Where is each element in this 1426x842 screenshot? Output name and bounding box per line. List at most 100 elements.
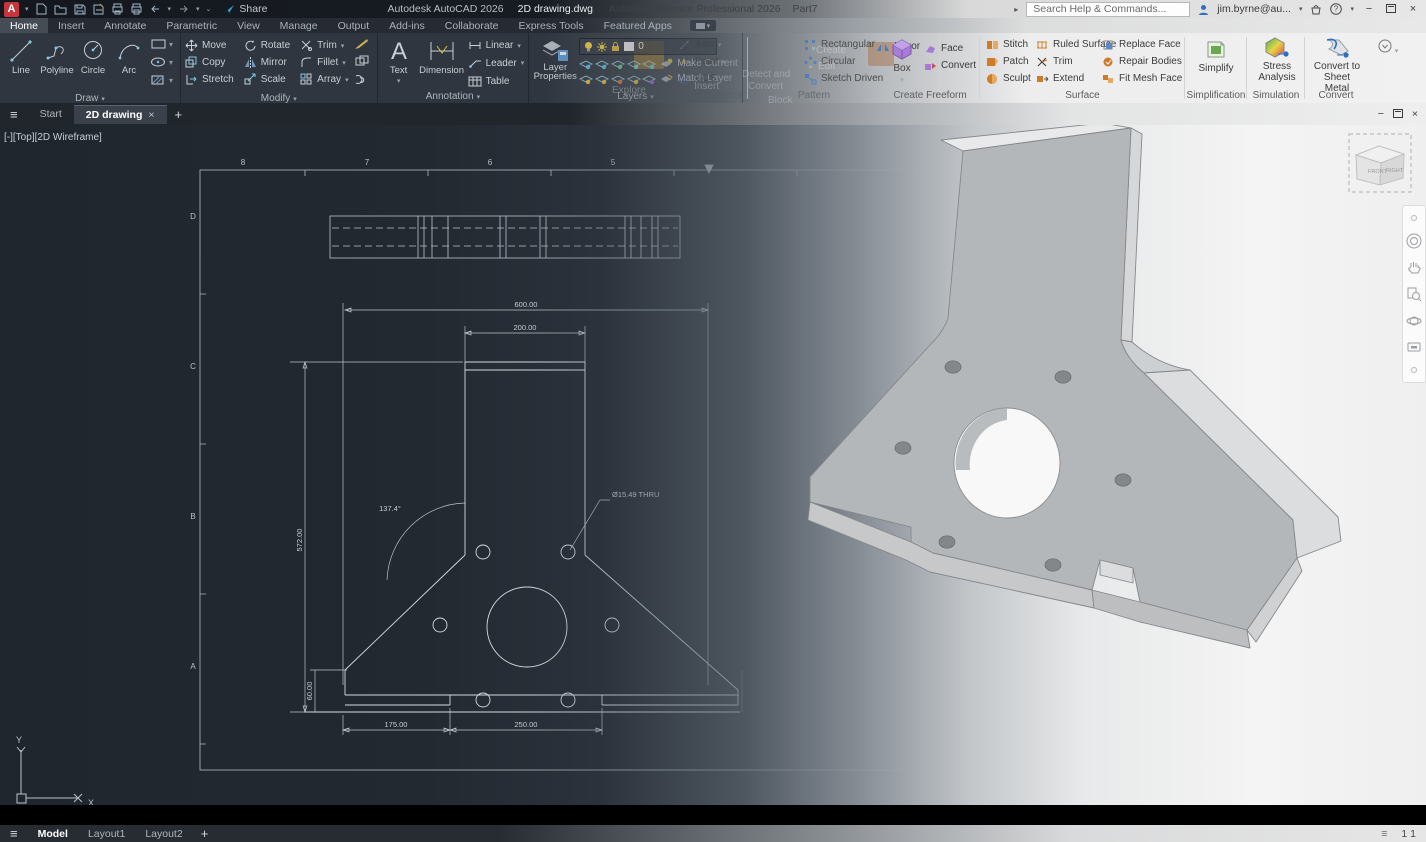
search-input[interactable]: Search Help & Commands... <box>1026 2 1190 17</box>
tab-add-ins[interactable]: Add-ins <box>379 18 435 33</box>
search-expand-icon[interactable]: ▸ <box>1014 5 1018 14</box>
redo-caret-icon[interactable]: ▾ <box>196 5 200 13</box>
convert-to-sheet-metal-button[interactable]: Convert to Sheet Metal <box>1311 36 1363 94</box>
simulation-panel-label[interactable]: Simulation <box>1247 90 1305 102</box>
tab-parametric[interactable]: Parametric <box>156 18 227 33</box>
tab-manage[interactable]: Manage <box>270 18 328 33</box>
autocad-logo[interactable]: A <box>4 2 19 17</box>
tab-output[interactable]: Output <box>328 18 380 33</box>
quick-access-toolbar: A ▾ ▾ ▾ ⌄ Share <box>0 2 267 17</box>
undo-caret-icon[interactable]: ▾ <box>168 5 172 13</box>
fit-mesh-face-button[interactable]: Fit Mesh Face <box>1102 71 1182 86</box>
tab-view[interactable]: View <box>227 18 270 33</box>
layout-menu-icon[interactable]: ≡ <box>0 826 28 841</box>
print-icon[interactable] <box>130 3 143 15</box>
view-cube[interactable]: FRONT RIGHT <box>1348 133 1412 195</box>
file-tab-start[interactable]: Start <box>28 105 74 123</box>
layout2-tab[interactable]: Layout2 <box>135 825 192 842</box>
panel-surface: Stitch Patch Sculpt Ruled Surface Trim E… <box>980 33 1185 103</box>
replace-face-button[interactable]: Replace Face <box>1102 37 1182 52</box>
tab-insert[interactable]: Insert <box>48 18 94 33</box>
layout1-tab[interactable]: Layout1 <box>78 825 135 842</box>
new-drawing-tab-button[interactable]: + <box>167 107 191 122</box>
3d-part-view[interactable] <box>0 125 1426 805</box>
ribbon-display-toggle[interactable]: ▾ <box>1378 39 1398 56</box>
tab-express-tools[interactable]: Express Tools <box>508 18 593 33</box>
repair-bodies-button[interactable]: Repair Bodies <box>1102 54 1182 69</box>
point-caret-icon[interactable]: ▾ <box>722 58 726 66</box>
close-button[interactable]: × <box>1406 3 1420 15</box>
ucs-button[interactable]: UCS <box>678 71 725 86</box>
pan-hand-icon[interactable] <box>1406 259 1422 275</box>
doc-minimize-button[interactable]: − <box>1378 108 1384 120</box>
simplification-panel-label[interactable]: Simplification ▾ <box>1185 90 1247 102</box>
convert-panel-label[interactable]: Convert <box>1305 90 1367 102</box>
model-tab[interactable]: Model <box>28 825 78 842</box>
axis-button[interactable]: Axis▾ <box>678 37 725 52</box>
tab-home[interactable]: Home <box>0 18 48 33</box>
inventor-status-menu-icon[interactable]: ≡ <box>1381 828 1387 840</box>
stress-analysis-button[interactable]: Stress Analysis <box>1255 36 1299 83</box>
simplify-button[interactable]: Simplify <box>1193 36 1239 74</box>
minimize-button[interactable]: − <box>1362 3 1376 15</box>
tab-collaborate[interactable]: Collaborate <box>435 18 509 33</box>
redo-icon[interactable] <box>177 3 190 15</box>
create-freeform-panel-label[interactable]: Create Freeform <box>880 90 980 102</box>
panel-work-features: Axis▾ Point▾ UCS Work Features <box>672 33 748 103</box>
zoom-icon[interactable] <box>1406 286 1422 302</box>
navbar-more-dot-icon[interactable] <box>1410 366 1418 374</box>
full-navigation-wheel-icon[interactable] <box>1406 233 1422 249</box>
stitch-button[interactable]: Stitch <box>986 37 1031 52</box>
pattern-panel-label[interactable]: Pattern <box>748 90 880 102</box>
freeform-convert-button[interactable]: Convert <box>924 58 976 73</box>
box-label: Box <box>893 63 910 74</box>
inventor-ribbon-panels: Axis▾ Point▾ UCS Work Features Rectangul… <box>0 33 1426 103</box>
surface-panel-label[interactable]: Surface <box>980 90 1185 102</box>
ribbon-collapse-caret-icon: ▾ <box>1395 48 1399 55</box>
acad-app-title: Autodesk AutoCAD 2026 <box>387 3 503 15</box>
freeform-box-button[interactable]: Box ▾ <box>884 36 920 86</box>
circular-pattern-button[interactable]: Circular <box>804 54 883 69</box>
tab-annotate[interactable]: Annotate <box>94 18 156 33</box>
help-icon[interactable]: ? <box>1330 3 1342 15</box>
file-tab-close-icon[interactable]: × <box>148 109 154 121</box>
work-features-panel-label[interactable]: Work Features <box>672 90 748 102</box>
file-tabs-menu-icon[interactable]: ≡ <box>0 107 28 122</box>
app-store-icon[interactable] <box>1310 4 1322 15</box>
freeform-face-button[interactable]: Face <box>924 41 976 56</box>
help-caret-icon[interactable]: ▾ <box>1350 5 1354 13</box>
part-center-hole <box>954 408 1060 518</box>
restore-icon <box>1386 4 1396 13</box>
qat-customize-caret-icon[interactable]: ⌄ <box>206 5 212 13</box>
axis-caret-icon[interactable]: ▾ <box>718 41 722 49</box>
share-button[interactable]: Share <box>223 3 267 15</box>
point-button[interactable]: Point▾ <box>678 54 725 69</box>
sketch-driven-pattern-button[interactable]: Sketch Driven <box>804 71 883 86</box>
signed-in-user[interactable]: jim.byrne@au... <box>1217 3 1291 15</box>
user-icon[interactable] <box>1198 4 1209 15</box>
new-file-icon[interactable] <box>35 3 48 15</box>
undo-icon[interactable] <box>149 3 162 15</box>
tab-featured-apps[interactable]: Featured Apps <box>594 18 682 33</box>
doc-restore-button[interactable] <box>1393 108 1403 120</box>
open-folder-icon[interactable] <box>54 3 67 15</box>
save-as-icon[interactable] <box>92 3 105 15</box>
file-tab-2d-drawing[interactable]: 2D drawing × <box>74 105 167 124</box>
look-at-icon[interactable] <box>1406 339 1422 355</box>
rectangular-pattern-button[interactable]: Rectangular <box>804 37 883 52</box>
drawing-viewport[interactable]: [-][Top][2D Wireframe] 8 7 6 5 D C B A <box>0 125 1426 805</box>
app-menu-caret-icon[interactable]: ▾ <box>25 5 29 13</box>
stress-analysis-icon <box>1264 36 1290 60</box>
inventor-doc-title: Part7 <box>793 3 818 15</box>
sculpt-button[interactable]: Sculpt <box>986 71 1031 86</box>
new-layout-button[interactable]: + <box>193 826 217 841</box>
navbar-expand-dot-icon[interactable] <box>1410 214 1418 222</box>
doc-close-button[interactable]: × <box>1412 108 1418 120</box>
media-browser-button[interactable]: ▾ <box>690 20 716 31</box>
orbit-icon[interactable] <box>1406 313 1422 329</box>
user-menu-caret-icon[interactable]: ▾ <box>1299 5 1303 13</box>
patch-button[interactable]: Patch <box>986 54 1031 69</box>
save-icon[interactable] <box>73 3 86 15</box>
restore-button[interactable] <box>1384 3 1398 15</box>
plot-icon[interactable] <box>111 3 124 15</box>
